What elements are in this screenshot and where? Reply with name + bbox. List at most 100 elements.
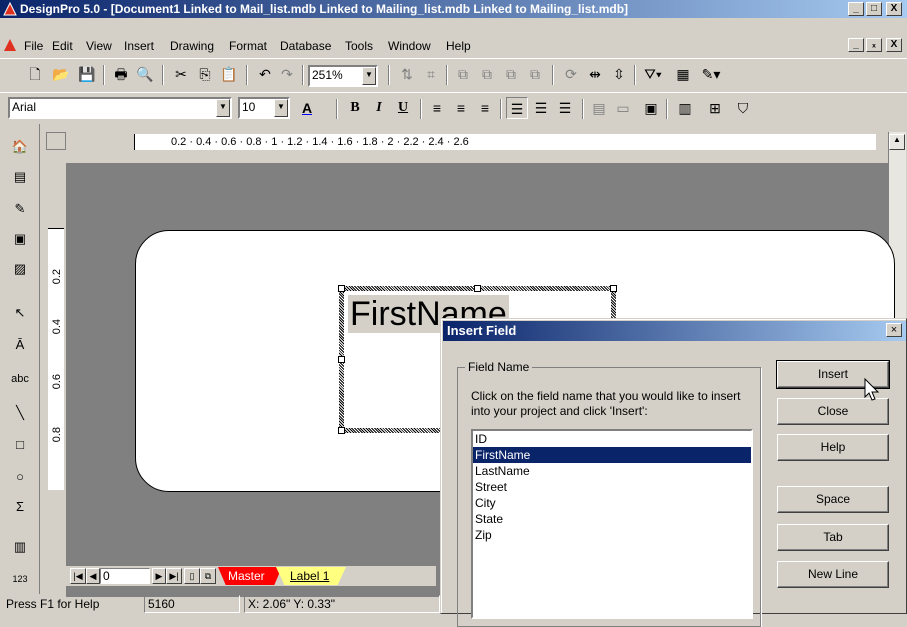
list-item[interactable]: Zip: [473, 527, 751, 543]
align-right-icon[interactable]: ≡: [474, 97, 496, 119]
barcode-tool-icon[interactable]: ▥: [9, 536, 31, 558]
valign-bottom-icon[interactable]: ☰: [554, 97, 576, 119]
space-button[interactable]: Space: [777, 486, 889, 513]
font-select[interactable]: Arial ▼: [8, 97, 232, 119]
insert-field-icon[interactable]: ▣: [640, 97, 662, 119]
menu-view[interactable]: View: [86, 36, 112, 56]
database-icon[interactable]: ▥: [674, 97, 696, 119]
menu-insert[interactable]: Insert: [124, 36, 154, 56]
page-number-field[interactable]: 0: [100, 568, 150, 584]
menu-format[interactable]: Format: [229, 36, 267, 56]
italic-button[interactable]: I: [368, 97, 390, 119]
resize-handle[interactable]: [610, 285, 617, 292]
help-button[interactable]: Help: [777, 434, 889, 461]
doc-restore-button[interactable]: ₓ: [866, 38, 882, 52]
crop-icon[interactable]: ⌗: [420, 63, 442, 85]
sort-icon[interactable]: ⇅: [396, 63, 418, 85]
menu-database[interactable]: Database: [280, 36, 331, 56]
close-button[interactable]: X: [886, 2, 902, 16]
line-color-icon[interactable]: ✎▾: [700, 63, 722, 85]
serial-icon[interactable]: ⊞: [704, 97, 726, 119]
polygon-tool-icon[interactable]: Σ: [9, 496, 31, 518]
ellipse-tool-icon[interactable]: ○: [9, 466, 31, 488]
maximize-button[interactable]: □: [866, 2, 882, 16]
page-view-icon[interactable]: ▯: [184, 568, 200, 584]
group-icon[interactable]: ⧉: [452, 63, 474, 85]
rectangle-tool-icon[interactable]: □: [9, 434, 31, 456]
undo-icon[interactable]: ↶: [254, 63, 276, 85]
dialog-close-button[interactable]: ×: [886, 323, 902, 337]
merge-icon[interactable]: ⛉: [732, 97, 754, 119]
bring-front-icon[interactable]: ⧉: [500, 63, 522, 85]
chevron-down-icon[interactable]: ▼: [362, 67, 376, 85]
prev-page-icon[interactable]: ◀: [86, 568, 100, 584]
new-icon[interactable]: 🗋: [24, 63, 46, 85]
doc-icon[interactable]: [3, 38, 17, 52]
menu-edit[interactable]: Edit: [52, 36, 73, 56]
menu-help[interactable]: Help: [446, 36, 471, 56]
field-list[interactable]: ID FirstName LastName Street City State …: [471, 429, 753, 619]
menu-window[interactable]: Window: [388, 36, 431, 56]
list-item[interactable]: LastName: [473, 463, 751, 479]
align-left-icon[interactable]: ≡: [426, 97, 448, 119]
valign-middle-icon[interactable]: ☰: [530, 97, 552, 119]
bold-button[interactable]: B: [344, 97, 366, 119]
text-tool-icon[interactable]: Ā: [9, 334, 31, 356]
curved-text-icon[interactable]: abc: [9, 368, 31, 390]
flip-vertical-icon[interactable]: ⇳: [608, 63, 630, 85]
copy-layout-icon[interactable]: ▤: [9, 166, 31, 188]
line-tool-icon[interactable]: ╲: [9, 402, 31, 424]
ungroup-icon[interactable]: ⧉: [476, 63, 498, 85]
print-preview-icon[interactable]: 🔍: [134, 63, 156, 85]
resize-handle[interactable]: [338, 427, 345, 434]
tab-master[interactable]: Master: [218, 567, 282, 585]
rotate-icon[interactable]: ⟳: [560, 63, 582, 85]
list-item[interactable]: Street: [473, 479, 751, 495]
resize-handle[interactable]: [338, 356, 345, 363]
scroll-up-icon[interactable]: ▲: [889, 134, 905, 150]
home-icon[interactable]: 🏠: [9, 136, 31, 158]
pattern-icon[interactable]: ▦: [672, 63, 694, 85]
doc-minimize-button[interactable]: _: [848, 38, 864, 52]
pointer-icon[interactable]: ↖: [9, 302, 31, 324]
edit-icon[interactable]: ✎: [9, 198, 31, 220]
save-icon[interactable]: 💾: [76, 63, 98, 85]
text-shape-icon[interactable]: ▭: [612, 97, 634, 119]
list-item[interactable]: ID: [473, 431, 751, 447]
list-item[interactable]: City: [473, 495, 751, 511]
flip-horizontal-icon[interactable]: ⇹: [584, 63, 606, 85]
fill-color-icon[interactable]: ⛛▾: [642, 63, 664, 85]
minimize-button[interactable]: _: [848, 2, 864, 16]
menu-file[interactable]: File: [24, 36, 43, 56]
font-color-button[interactable]: A: [296, 97, 318, 119]
text-frame-icon[interactable]: ▤: [588, 97, 610, 119]
resize-handle[interactable]: [338, 285, 345, 292]
doc-close-button[interactable]: X: [886, 38, 902, 52]
first-page-icon[interactable]: |◀: [70, 568, 86, 584]
print-icon[interactable]: 🖶: [110, 63, 132, 85]
paste-icon[interactable]: 📋: [218, 63, 240, 85]
last-page-icon[interactable]: ▶|: [166, 568, 182, 584]
copy-icon[interactable]: ⎘: [194, 63, 216, 85]
redo-icon[interactable]: ↷: [276, 63, 298, 85]
numbering-tool-icon[interactable]: 123: [9, 568, 31, 590]
open-icon[interactable]: 📂: [50, 63, 72, 85]
cut-icon[interactable]: ✂: [170, 63, 192, 85]
tab-label-1[interactable]: Label 1: [276, 567, 346, 585]
menu-tools[interactable]: Tools: [345, 36, 373, 56]
next-page-icon[interactable]: ▶: [152, 568, 166, 584]
image-icon[interactable]: ▨: [9, 258, 31, 280]
database-tool-icon[interactable]: ▣: [9, 228, 31, 250]
valign-top-icon[interactable]: ☰: [506, 97, 528, 119]
list-item-selected[interactable]: FirstName: [473, 447, 751, 463]
new-line-button[interactable]: New Line: [777, 561, 889, 588]
send-back-icon[interactable]: ⧉: [524, 63, 546, 85]
page-copy-icon[interactable]: ⧉: [200, 568, 216, 584]
chevron-down-icon[interactable]: ▼: [274, 99, 288, 117]
align-center-icon[interactable]: ≡: [450, 97, 472, 119]
menu-drawing[interactable]: Drawing: [170, 36, 214, 56]
underline-button[interactable]: U: [392, 97, 414, 119]
list-item[interactable]: State: [473, 511, 751, 527]
zoom-select[interactable]: 251% ▼: [308, 65, 378, 87]
font-size-select[interactable]: 10 ▼: [238, 97, 290, 119]
